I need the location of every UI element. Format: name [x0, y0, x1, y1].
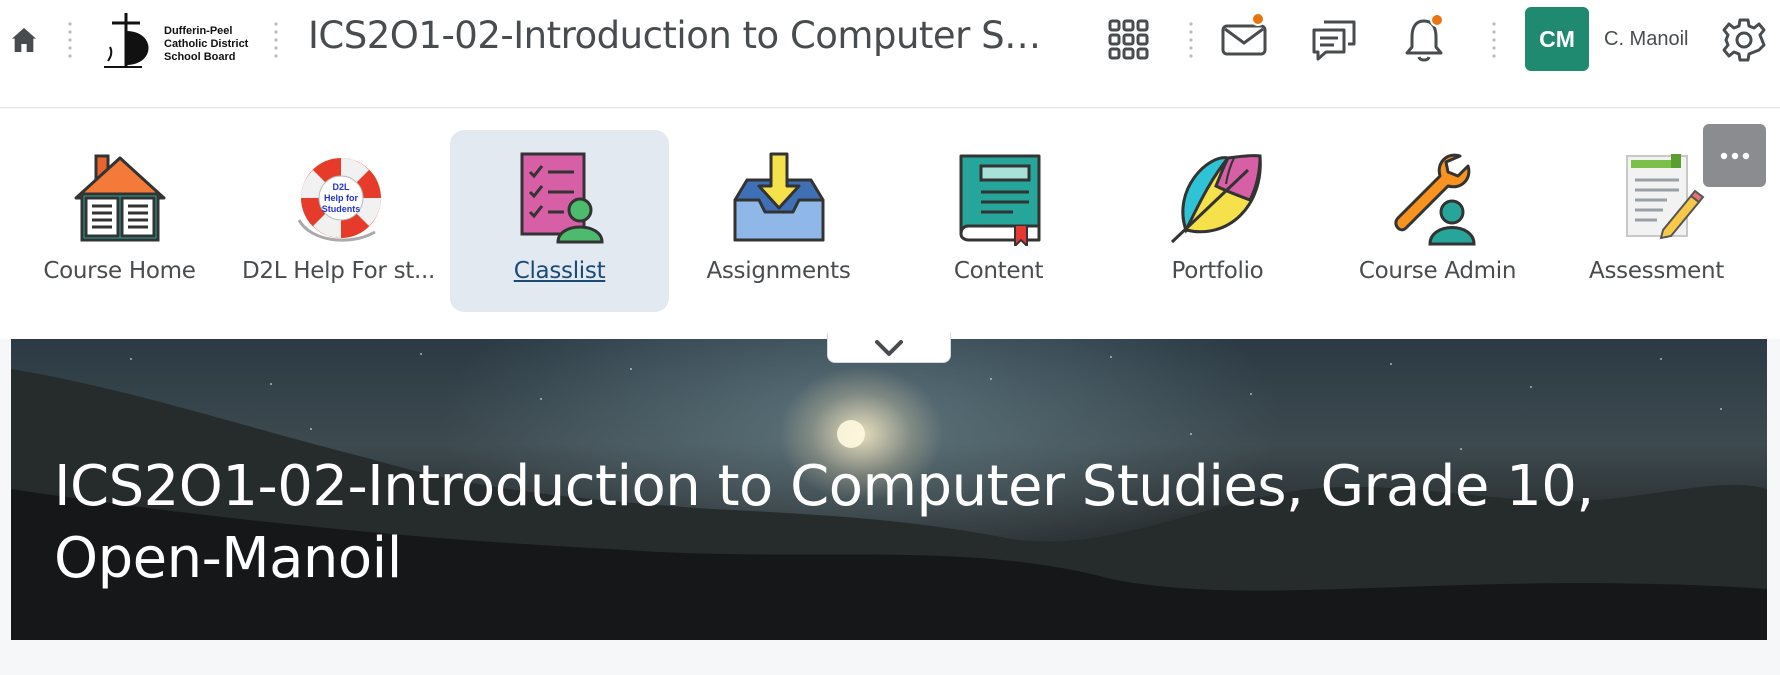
nav-label: Assignments: [706, 258, 851, 284]
course-title[interactable]: ICS2O1-02-Introduction to Computer Stu..…: [308, 14, 1048, 57]
chat-icon[interactable]: [1310, 16, 1358, 64]
nav-content[interactable]: Content: [889, 130, 1108, 312]
course-selector-icon[interactable]: [1105, 16, 1153, 64]
svg-text:D2L: D2L: [332, 182, 350, 192]
nav-label: Classlist: [513, 258, 606, 284]
nav-label: Course Home: [43, 258, 196, 284]
separator: [274, 20, 278, 60]
svg-text:Students: Students: [321, 204, 360, 214]
separator: [1189, 20, 1193, 60]
nav-label: Portfolio: [1171, 258, 1264, 284]
avatar[interactable]: CM: [1525, 7, 1589, 71]
home-icon[interactable]: [8, 24, 40, 56]
assignments-icon: [729, 148, 829, 248]
org-logo[interactable]: Dufferin-Peel Catholic District School B…: [98, 9, 258, 71]
nav-d2l-help[interactable]: D2L Help for Students D2L Help For st...: [229, 130, 448, 312]
chevron-down-icon: [875, 339, 903, 356]
course-banner: ICS2O1-02-Introduction to Computer Studi…: [11, 339, 1767, 640]
user-name[interactable]: C. Manoil: [1604, 28, 1688, 51]
nav-label: Course Admin: [1358, 258, 1517, 284]
content-book-icon: [949, 148, 1049, 248]
svg-text:Help for: Help for: [323, 193, 357, 203]
more-options-icon: [1720, 152, 1749, 159]
nav-assignments[interactable]: Assignments: [669, 130, 888, 312]
more-options-button[interactable]: [1703, 124, 1766, 187]
help-lifebuoy-icon: D2L Help for Students: [289, 148, 389, 248]
banner-title: ICS2O1-02-Introduction to Computer Studi…: [54, 454, 1594, 591]
mail-notification-dot: [1251, 12, 1265, 26]
classlist-icon: [510, 148, 610, 248]
bell-notification-dot: [1430, 13, 1444, 27]
course-home-icon: [70, 148, 170, 248]
nav-classlist[interactable]: Classlist: [450, 130, 669, 312]
top-header: Dufferin-Peel Catholic District School B…: [0, 0, 1780, 108]
org-logo-text: Dufferin-Peel Catholic District School B…: [164, 25, 249, 63]
course-navbar: Course Home D2L Help for Students D2L He…: [0, 109, 1780, 339]
nav-label: Assessment: [1589, 258, 1724, 284]
bell-icon[interactable]: [1400, 13, 1448, 64]
nav-label: Content: [953, 258, 1044, 284]
separator: [68, 20, 72, 60]
course-admin-icon: [1388, 148, 1488, 248]
navbar-collapse-button[interactable]: [827, 333, 951, 363]
nav-portfolio[interactable]: Portfolio: [1108, 130, 1327, 312]
mail-icon[interactable]: [1220, 12, 1268, 64]
separator: [1492, 20, 1496, 60]
assessment-icon: [1607, 148, 1707, 248]
nav-course-home[interactable]: Course Home: [10, 130, 229, 312]
nav-course-admin[interactable]: Course Admin: [1328, 130, 1547, 312]
portfolio-leaf-icon: [1168, 148, 1268, 248]
gear-icon[interactable]: [1720, 16, 1768, 64]
page-background: [0, 640, 1780, 675]
nav-label: D2L Help For st...: [242, 258, 435, 284]
